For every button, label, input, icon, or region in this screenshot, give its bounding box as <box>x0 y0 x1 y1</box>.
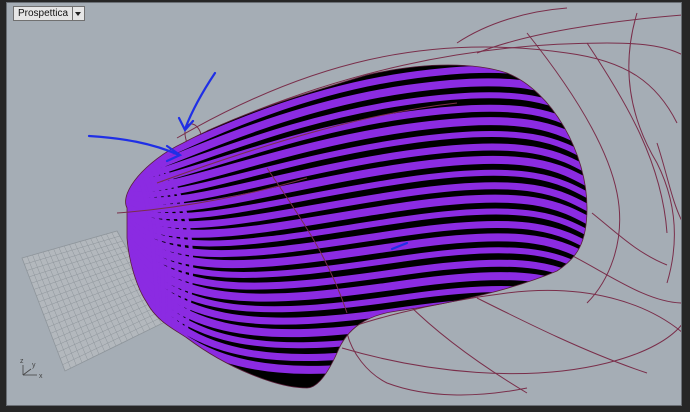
app-frame: Prospettica z y x <box>0 0 690 412</box>
model-scene[interactable]: z y x <box>7 3 682 406</box>
axis-y-label: y <box>32 362 36 369</box>
zebra-surface[interactable] <box>107 53 607 398</box>
axis-z-label: z <box>20 358 24 365</box>
perspective-viewport[interactable]: Prospettica z y x <box>6 2 682 406</box>
chevron-down-icon[interactable] <box>73 6 86 21</box>
axis-x-label: x <box>39 373 43 380</box>
viewport-name[interactable]: Prospettica <box>13 6 74 21</box>
viewport-title-tab[interactable]: Prospettica <box>13 6 86 21</box>
